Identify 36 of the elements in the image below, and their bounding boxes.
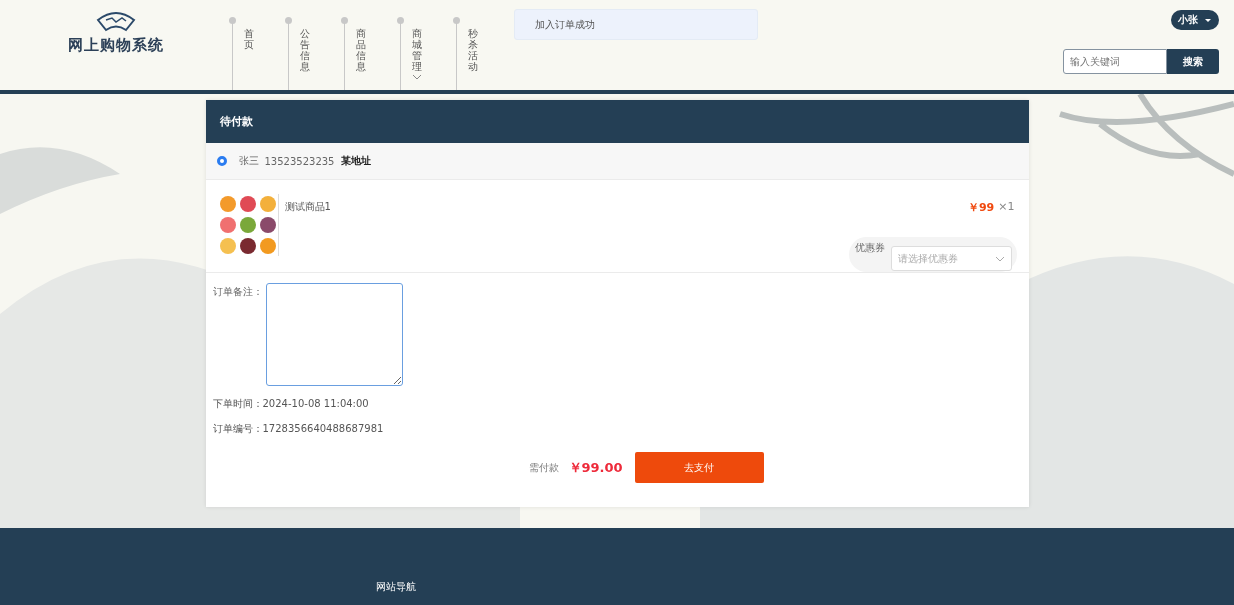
fan-icon [94,10,138,32]
user-menu[interactable]: 小张 [1171,10,1219,30]
toast-message: 加入订单成功 [514,9,758,40]
search-field[interactable]: 输入关键词 [1063,49,1167,74]
coupon-label: 优惠券 [854,241,885,255]
nav-link[interactable]: 秒杀活动 [468,28,478,72]
chevron-down-icon [412,74,422,80]
address-text: 某地址 [340,154,371,168]
pay-button[interactable]: 去支付 [634,452,764,483]
nav-link[interactable]: 商品信息 [356,28,366,72]
recipient-name: 张三 [238,154,259,168]
chevron-down-icon [994,255,1005,262]
nav-link[interactable]: 商城管理 [412,28,422,80]
nav-link[interactable]: 首页 [244,28,254,50]
nav-divider [344,20,345,90]
nav-divider [288,20,289,90]
nav-divider [456,20,457,90]
search-button[interactable]: 搜索 [1167,49,1219,74]
product-name: 测试商品1 [284,200,331,214]
radio-button[interactable] [216,156,227,166]
nav-divider [400,20,401,90]
order-time: 下单时间：2024-10-08 11:04:00 [212,397,370,411]
nav-link[interactable]: 公告信息 [300,28,310,72]
remark-field[interactable] [265,283,403,386]
remark-label: 订单备注： [212,285,263,299]
total-label: 需付款 [528,460,559,475]
caret-icon [1205,18,1211,22]
footer-link[interactable]: 网站导航 [376,581,416,592]
price: ￥99 [967,200,995,215]
quantity: ×1 [998,200,1015,215]
order-number: 订单编号：1728356640488687981 [212,422,385,436]
total-amount: ￥99.00 [568,458,623,477]
logo-text: 网上购物系统 [68,36,164,55]
phone-number: 13523523235 [264,155,335,167]
card-title: 待付款 [205,100,1029,143]
nav-divider [232,20,233,90]
